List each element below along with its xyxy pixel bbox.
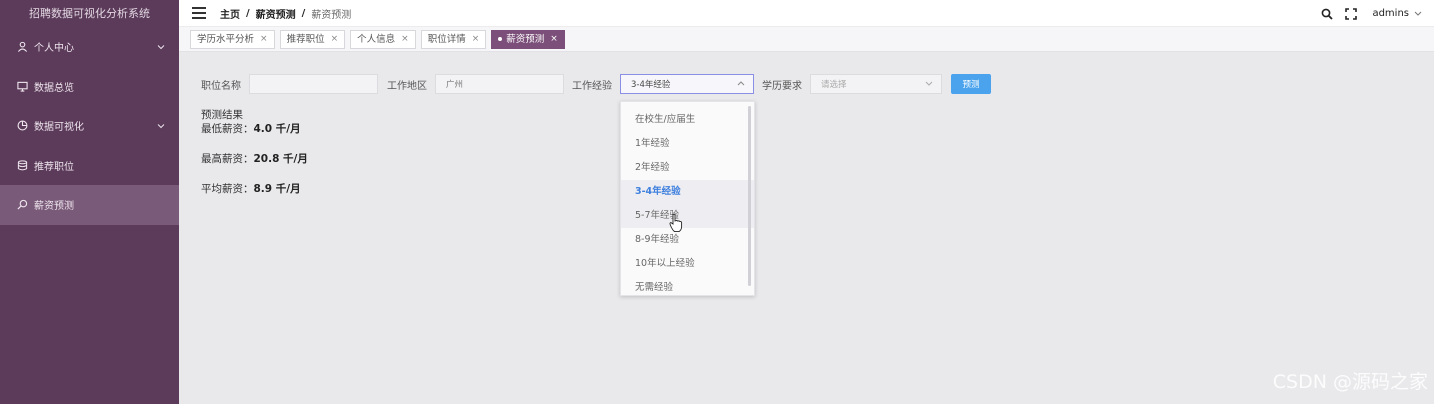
work-area-input[interactable]: 广州 — [435, 74, 564, 94]
avg-salary-value: 8.9 千/月 — [253, 183, 301, 195]
search-icon — [16, 199, 28, 211]
sidebar-item-label: 推荐职位 — [34, 161, 74, 173]
education-placeholder: 请选择 — [821, 80, 847, 90]
prediction-form: 职位名称 工作地区 广州 工作经验 3-4年经验 学历要求 请选择 预测 — [201, 74, 991, 94]
avg-salary-line: 平均薪资：8.9 千/月 — [201, 183, 301, 195]
education-select[interactable]: 请选择 — [810, 74, 942, 94]
sidebar-item-salary-prediction[interactable]: 薪资预测 — [0, 185, 179, 225]
dropdown-option[interactable]: 10年以上经验 — [621, 252, 754, 276]
watermark: CSDN @源码之家 — [1272, 371, 1428, 393]
sidebar-item-label: 数据可视化 — [34, 122, 84, 134]
dropdown-option-hovered[interactable]: 5-7年经验 — [621, 204, 754, 228]
sidebar-item-recommended-jobs[interactable]: 推荐职位 — [0, 146, 179, 186]
breadcrumb: 主页 / 薪资预测 / 薪资预测 — [220, 6, 352, 21]
main-content: 职位名称 工作地区 广州 工作经验 3-4年经验 学历要求 请选择 预测 预测结… — [179, 53, 1434, 404]
close-icon[interactable]: × — [260, 31, 268, 48]
menu-toggle-icon[interactable] — [192, 7, 206, 19]
pie-chart-icon — [16, 120, 28, 132]
search-icon[interactable] — [1320, 7, 1334, 21]
app-title: 招聘数据可视化分析系统 — [29, 7, 150, 20]
experience-dropdown: 在校生/应届生 1年经验 2年经验 3-4年经验 5-7年经验 8-9年经验 1… — [620, 101, 755, 296]
monitor-icon — [16, 80, 28, 92]
dropdown-option[interactable]: 无需经验 — [621, 276, 754, 300]
tab-job-details[interactable]: 职位详情 × — [420, 29, 487, 49]
job-name-label: 职位名称 — [201, 80, 241, 92]
job-name-input[interactable] — [249, 74, 378, 94]
chevron-down-icon — [157, 120, 165, 131]
chevron-down-icon[interactable] — [1414, 11, 1422, 16]
dropdown-option[interactable]: 2年经验 — [621, 156, 754, 180]
database-icon — [16, 159, 28, 171]
education-label: 学历要求 — [762, 80, 802, 92]
sidebar-item-personal-center[interactable]: 个人中心 — [0, 27, 179, 67]
prediction-result: 预测结果 最低薪资：4.0 千/月 最高薪资：20.8 千/月 平均薪资：8.9… — [201, 108, 308, 196]
user-icon — [16, 41, 28, 53]
sidebar-item-label: 数据总览 — [34, 82, 74, 94]
dropdown-option[interactable]: 在校生/应届生 — [621, 108, 754, 132]
work-experience-label: 工作经验 — [572, 80, 612, 92]
max-salary-value: 20.8 千/月 — [253, 153, 308, 165]
dropdown-option-selected[interactable]: 3-4年经验 — [621, 180, 754, 204]
predict-button[interactable]: 预测 — [951, 74, 991, 94]
dropdown-option[interactable]: 1年经验 — [621, 132, 754, 156]
work-area-label: 工作地区 — [387, 80, 427, 92]
chevron-up-icon — [737, 79, 745, 89]
close-icon[interactable]: × — [550, 31, 558, 48]
header-actions: admins — [1320, 0, 1422, 27]
breadcrumb-section[interactable]: 薪资预测 — [256, 6, 296, 21]
tab-education-analysis[interactable]: 学历水平分析 × — [190, 29, 275, 49]
tab-bar: 学历水平分析 × 推荐职位 × 个人信息 × 职位详情 × 薪资预测 × — [179, 27, 1434, 52]
tab-recommended-jobs[interactable]: 推荐职位 × — [279, 29, 346, 49]
max-salary-line: 最高薪资：20.8 千/月 — [201, 153, 308, 165]
min-salary-value: 4.0 千/月 — [253, 123, 301, 135]
dropdown-option[interactable]: 8-9年经验 — [621, 228, 754, 252]
chevron-down-icon — [157, 41, 165, 52]
sidebar-item-data-overview[interactable]: 数据总览 — [0, 67, 179, 107]
user-menu[interactable]: admins — [1372, 8, 1409, 19]
result-title: 预测结果 — [201, 109, 243, 121]
top-header: 主页 / 薪资预测 / 薪资预测 admins — [179, 0, 1434, 27]
hand-pointer-icon — [669, 213, 683, 233]
min-salary-line: 最低薪资：4.0 千/月 — [201, 123, 301, 135]
dropdown-scrollbar[interactable] — [748, 106, 751, 286]
active-dot-icon — [498, 37, 503, 41]
breadcrumb-home[interactable]: 主页 — [220, 6, 240, 21]
close-icon[interactable]: × — [331, 31, 339, 48]
work-experience-value: 3-4年经验 — [631, 80, 671, 90]
fullscreen-icon[interactable] — [1344, 7, 1358, 21]
close-icon[interactable]: × — [472, 31, 480, 48]
work-experience-select[interactable]: 3-4年经验 — [620, 74, 754, 94]
sidebar: 招聘数据可视化分析系统 个人中心 数据总览 数据可视化 推荐职位 薪资预测 — [0, 0, 179, 404]
tab-personal-info[interactable]: 个人信息 × — [350, 29, 416, 49]
sidebar-item-label: 个人中心 — [34, 43, 74, 55]
tab-salary-prediction[interactable]: 薪资预测 × — [491, 29, 565, 49]
chevron-down-icon — [925, 79, 933, 89]
close-icon[interactable]: × — [401, 31, 409, 48]
breadcrumb-current: 薪资预测 — [311, 9, 352, 21]
sidebar-item-data-visualization[interactable]: 数据可视化 — [0, 106, 179, 146]
sidebar-item-label: 薪资预测 — [34, 201, 74, 213]
